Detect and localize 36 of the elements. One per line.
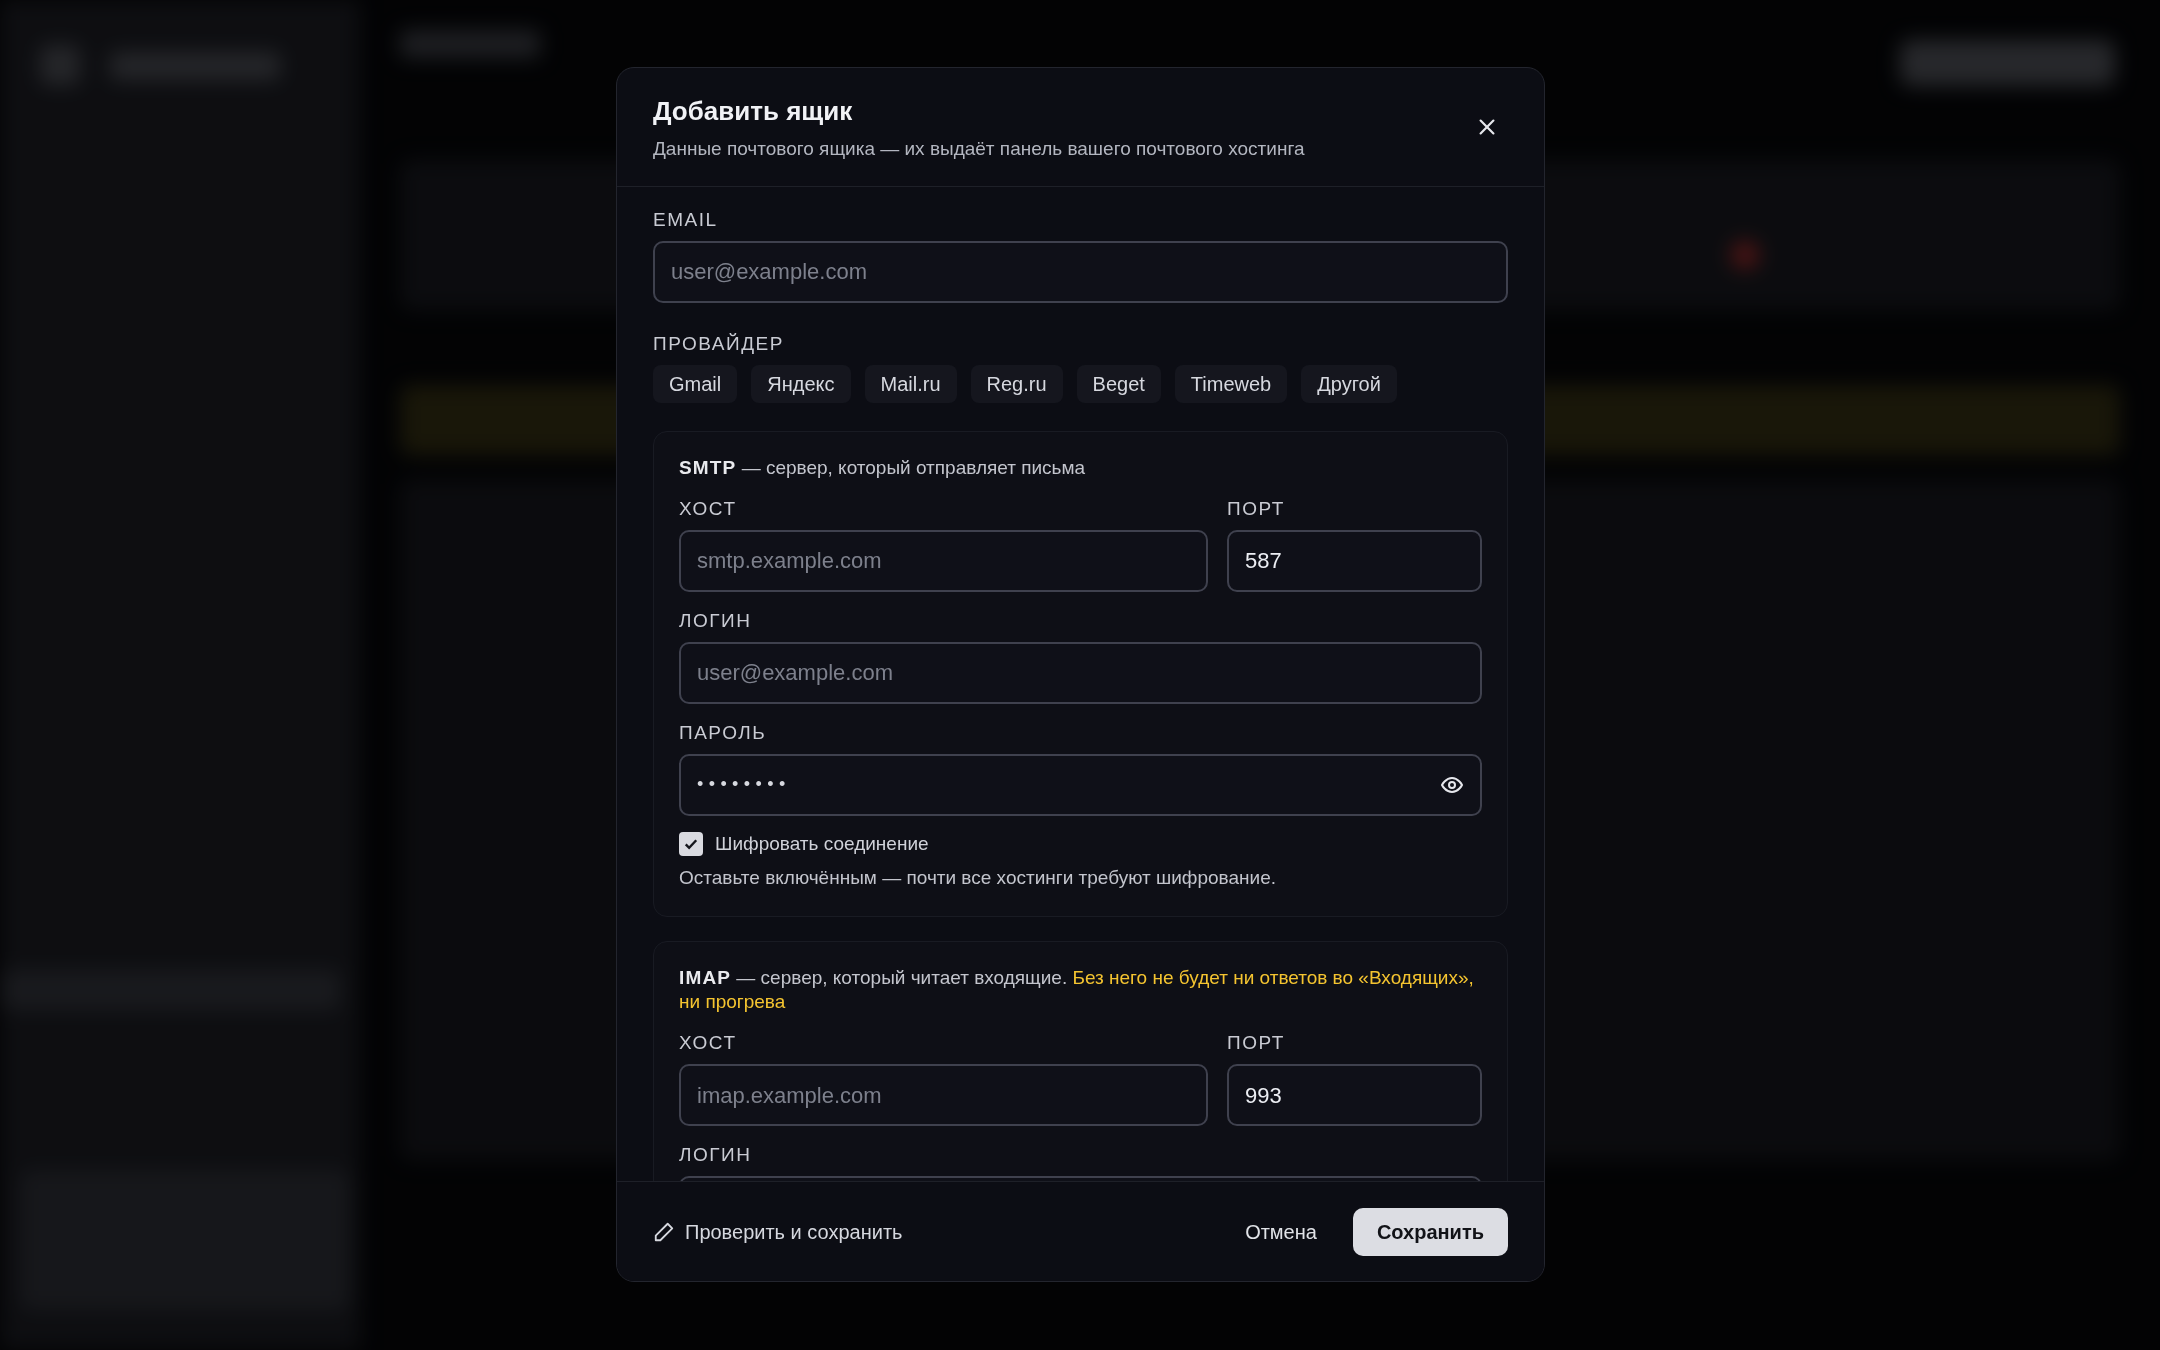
hint-text: Оставьте включённым — почти все хостинги требуют шифрование. bbox=[679, 866, 1277, 890]
blurred-status-dot bbox=[1731, 241, 1759, 269]
field-label: ХОСТ bbox=[679, 1032, 738, 1054]
field-label: EMAIL bbox=[653, 208, 719, 231]
field-label: ПАРОЛЬ bbox=[679, 721, 768, 744]
smtp-description: SMTP — сервер, который отправляет письма bbox=[679, 455, 1087, 480]
provider-chip[interactable]: Яндекс bbox=[751, 364, 851, 403]
provider-chip[interactable]: Reg.ru bbox=[970, 364, 1063, 403]
login-field[interactable]: user@example.com bbox=[679, 641, 1482, 704]
host-field[interactable]: imap.example.com bbox=[679, 1064, 1208, 1126]
port-field[interactable]: 993 bbox=[1227, 1064, 1482, 1126]
provider-chip[interactable]: Beget bbox=[1076, 364, 1161, 403]
field-label: ПОРТ bbox=[1227, 497, 1286, 520]
verify-button[interactable]: Проверить и сохранить bbox=[653, 1216, 903, 1247]
dialog-subtitle: Данные почтового ящика — их выдаёт панель вашего почтового хостинга bbox=[653, 137, 1305, 161]
encrypt-checkbox[interactable] bbox=[679, 831, 703, 856]
cancel-button[interactable]: Отмена bbox=[1245, 1216, 1317, 1247]
imap-description: IMAP — сервер, который читает входящие. Без него не будет ни ответов во «Входящих», ни прогрева bbox=[679, 966, 1475, 1014]
email-field[interactable]: user@example.com bbox=[653, 240, 1508, 303]
save-button[interactable]: Сохранить bbox=[1352, 1207, 1508, 1256]
close-icon[interactable] bbox=[1476, 116, 1498, 138]
port-field[interactable]: 587 bbox=[1227, 529, 1482, 592]
provider-chip[interactable]: Mail.ru bbox=[864, 364, 957, 403]
dialog-title: Добавить ящик bbox=[653, 95, 854, 128]
provider-chip[interactable]: Gmail bbox=[653, 364, 738, 403]
pencil-icon bbox=[653, 1220, 675, 1243]
field-label: ПОРТ bbox=[1227, 1032, 1286, 1054]
field-label: ЛОГИН bbox=[679, 609, 753, 632]
provider-chip[interactable]: Timeweb bbox=[1174, 364, 1288, 403]
checkbox-label: Шифровать соединение bbox=[715, 831, 929, 856]
field-label: ЛОГИН bbox=[679, 1144, 753, 1166]
password-field[interactable]: •••••••• bbox=[679, 753, 1482, 816]
provider-chip[interactable]: Другой bbox=[1301, 364, 1397, 403]
host-field[interactable]: smtp.example.com bbox=[679, 529, 1208, 592]
field-label: ПРОВАЙДЕР bbox=[653, 332, 785, 355]
field-label: ХОСТ bbox=[679, 497, 738, 520]
